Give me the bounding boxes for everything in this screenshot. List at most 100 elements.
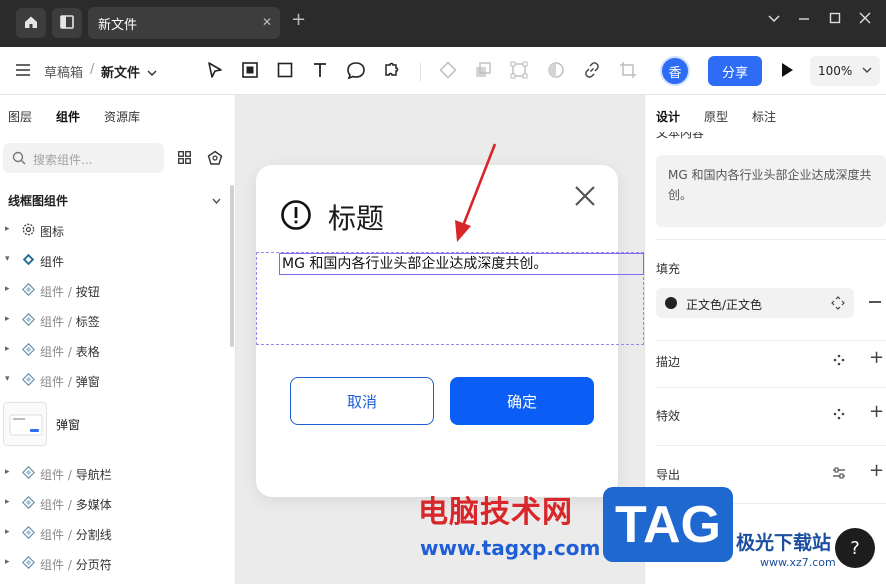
add-stroke-icon[interactable]: + <box>869 347 884 368</box>
text-tool-icon[interactable] <box>311 61 329 82</box>
link-icon[interactable] <box>583 61 601 82</box>
text-content-label: 文本内容 <box>656 132 705 140</box>
menu-icon[interactable] <box>16 64 30 79</box>
dialog-text[interactable]: MG 和国内各行业头部企业达成深度共创。 <box>279 253 644 275</box>
vector-edit-icon[interactable] <box>510 61 528 82</box>
gear-icon <box>22 223 35 239</box>
section-title: 线框图组件 <box>8 194 69 208</box>
component-icon[interactable] <box>439 61 457 82</box>
list-item[interactable]: ▸ 图标 <box>0 215 226 245</box>
item-prefix: 组件 / <box>40 468 76 482</box>
expand-arrow-icon[interactable]: ▸ <box>5 527 10 537</box>
list-item[interactable]: ▸ 组件 / 多媒体 <box>0 488 226 518</box>
expand-arrow-icon[interactable]: ▸ <box>5 344 10 354</box>
close-window-icon[interactable] <box>859 12 871 28</box>
tab-title: 新文件 <box>98 17 138 33</box>
canvas[interactable]: 标题 取消 确定 MG 和国内各行业头部企业达成深度共创。 电脑技术网 www.… <box>236 95 644 584</box>
divider <box>656 340 886 341</box>
item-prefix: 组件 / <box>40 528 76 542</box>
tab-new-file[interactable]: 新文件 ✕ <box>88 7 280 39</box>
list-item[interactable]: ▸ 组件 / 分页符 <box>0 548 226 578</box>
component-set-icon <box>22 253 35 269</box>
search-input[interactable]: 搜索组件... <box>3 143 164 173</box>
component-thumbnail[interactable] <box>3 402 47 446</box>
zoom-dropdown[interactable]: 100% <box>810 56 880 86</box>
expand-arrow-icon[interactable]: ▸ <box>5 497 10 507</box>
expand-arrow-icon[interactable]: ▾ <box>5 374 10 384</box>
text-content-field[interactable]: MG 和国内各行业头部企业达成深度共创。 <box>656 155 886 227</box>
breadcrumb-parent[interactable]: 草稿箱 <box>44 62 83 81</box>
chevron-down-icon[interactable] <box>147 66 157 80</box>
tab-close-icon[interactable]: ✕ <box>262 15 272 29</box>
item-label: 弹窗 <box>75 375 100 389</box>
library-icon[interactable] <box>207 150 223 169</box>
dropdown-icon[interactable] <box>768 12 780 28</box>
item-label: 表格 <box>75 345 100 359</box>
files-button[interactable] <box>52 8 82 38</box>
avatar[interactable]: 香 <box>660 56 690 86</box>
tab-assets[interactable]: 资源库 <box>104 108 140 125</box>
expand-arrow-icon[interactable]: ▾ <box>5 254 10 264</box>
breadcrumb-current[interactable]: 新文件 <box>101 62 140 81</box>
remove-fill-icon[interactable] <box>869 301 881 303</box>
rectangle-tool-icon[interactable] <box>276 61 294 82</box>
home-button[interactable] <box>16 8 46 38</box>
zoom-value: 100% <box>818 64 853 78</box>
detach-style-icon[interactable] <box>831 296 845 313</box>
chevron-down-icon[interactable] <box>212 194 221 208</box>
tab-prototype[interactable]: 原型 <box>704 108 728 125</box>
item-prefix: 组件 / <box>40 498 76 512</box>
dialog-title[interactable]: 标题 <box>328 197 384 237</box>
component-icon <box>21 555 36 572</box>
tab-design[interactable]: 设计 <box>656 108 680 125</box>
expand-arrow-icon[interactable]: ▸ <box>5 224 10 234</box>
fill-style-name: 正文色/正文色 <box>686 298 763 312</box>
item-label: 分页符 <box>75 558 112 572</box>
share-button[interactable]: 分享 <box>708 56 762 86</box>
search-icon <box>12 151 26 168</box>
list-item[interactable]: ▸ 组件 / 标签 <box>0 305 226 335</box>
expand-arrow-icon[interactable]: ▸ <box>5 557 10 567</box>
add-export-icon[interactable]: + <box>869 460 884 481</box>
minimize-icon[interactable] <box>798 12 810 28</box>
fill-label: 填充 <box>656 262 681 276</box>
crop-icon[interactable] <box>619 61 637 82</box>
style-picker-icon[interactable] <box>833 408 845 423</box>
boolean-icon[interactable] <box>474 61 492 82</box>
new-tab-icon[interactable]: + <box>291 9 306 30</box>
comment-tool-icon[interactable] <box>346 61 366 82</box>
scrollbar[interactable] <box>230 185 234 347</box>
mask-icon[interactable] <box>547 61 565 82</box>
list-item[interactable]: ▸ 组件 / 按钮 <box>0 275 226 305</box>
frame-tool-icon[interactable] <box>241 61 259 82</box>
list-item[interactable]: ▾ 组件 / 弹窗 <box>0 365 226 395</box>
list-item[interactable]: ▸ 组件 / 表格 <box>0 335 226 365</box>
list-item[interactable]: ▸ 组件 / 导航栏 <box>0 458 226 488</box>
tab-components[interactable]: 组件 <box>56 108 80 125</box>
cancel-button[interactable]: 取消 <box>290 377 434 425</box>
item-prefix: 组件 / <box>40 285 76 299</box>
maximize-icon[interactable] <box>829 12 841 28</box>
add-effect-icon[interactable]: + <box>869 401 884 422</box>
help-button[interactable]: ? <box>835 528 875 568</box>
select-tool-icon[interactable] <box>206 61 224 82</box>
expand-arrow-icon[interactable]: ▸ <box>5 284 10 294</box>
grid-view-icon[interactable] <box>178 151 191 167</box>
play-icon[interactable] <box>780 62 794 81</box>
style-picker-icon[interactable] <box>833 354 845 369</box>
list-item[interactable]: ▾ 组件 <box>0 245 226 275</box>
component-icon <box>21 465 36 482</box>
fill-style-field[interactable]: 正文色/正文色 <box>656 288 854 318</box>
confirm-button[interactable]: 确定 <box>450 377 594 425</box>
export-settings-icon[interactable] <box>832 467 846 482</box>
item-label: 图标 <box>40 225 65 239</box>
toolbar-divider <box>420 63 421 81</box>
tab-annotate[interactable]: 标注 <box>752 108 776 125</box>
plugin-tool-icon[interactable] <box>382 61 400 82</box>
expand-arrow-icon[interactable]: ▸ <box>5 467 10 477</box>
list-item[interactable]: ▸ 组件 / 分割线 <box>0 518 226 548</box>
tab-layers[interactable]: 图层 <box>8 108 32 125</box>
color-swatch[interactable] <box>665 297 677 309</box>
close-icon[interactable] <box>574 185 596 210</box>
expand-arrow-icon[interactable]: ▸ <box>5 314 10 324</box>
